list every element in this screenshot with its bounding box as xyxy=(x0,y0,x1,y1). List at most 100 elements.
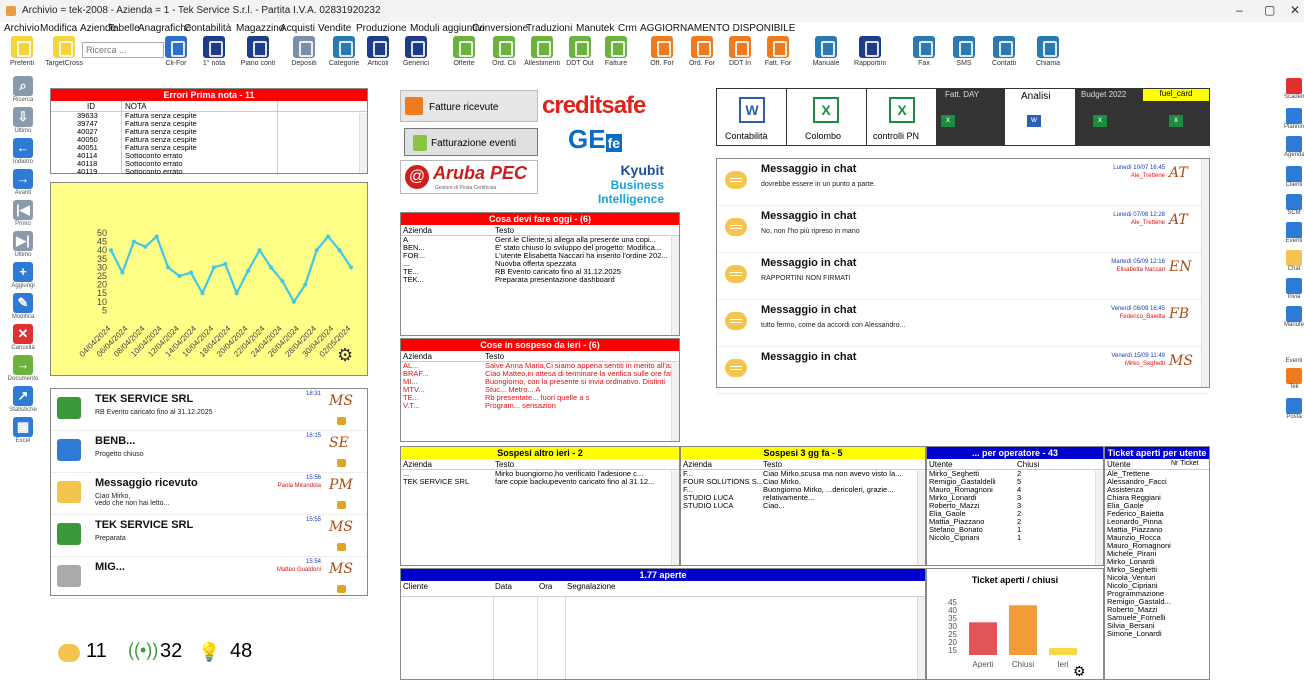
side-button[interactable]: Chat xyxy=(1284,250,1304,272)
table-row[interactable]: Elia_Gaole 2 xyxy=(927,510,1103,518)
feed-item[interactable]: TEK SERVICE SRL Preparata 15:55 MS xyxy=(51,515,367,557)
table-row[interactable]: F... Ciao Mirko,scusa ma non avevo visto … xyxy=(681,470,925,478)
table-row[interactable]: Elia_Gaole xyxy=(1105,502,1209,510)
table-row[interactable]: Mirko_Seghetti xyxy=(1105,566,1209,574)
toolbar-button[interactable]: Fatture xyxy=(596,36,636,67)
side-button[interactable]: SCM xyxy=(1284,194,1304,216)
aruba-pec-logo[interactable]: @ Aruba PEC Gestore di Posta Certificata xyxy=(400,160,538,194)
nav-button[interactable]: ✕ Cancella xyxy=(0,324,46,351)
table-row[interactable]: BRAF... Ciao Matteo,in attesa di terminar… xyxy=(401,370,679,378)
feed-item[interactable]: BENB... Progetto chiuso 16:15 SE xyxy=(51,431,367,473)
menu-item[interactable]: Manutek xyxy=(576,23,614,34)
scrollbar[interactable] xyxy=(671,471,679,565)
toolbar-button[interactable]: TargetCross xyxy=(44,36,84,67)
table-row[interactable]: AL... Salve Anna Maria,Ci siamo appena se… xyxy=(401,362,679,370)
nav-button[interactable]: ▦ Excel xyxy=(0,417,46,444)
toolbar-button[interactable]: Manuale xyxy=(806,36,846,67)
table-row[interactable]: 40119 Sottoconto errato xyxy=(51,168,367,176)
toolbar-button[interactable]: Depositi xyxy=(284,36,324,67)
table-row[interactable]: ... Mirko buongiorno,ho verificato l'ades… xyxy=(401,470,679,478)
scrollbar[interactable] xyxy=(1095,471,1103,565)
table-row[interactable]: ... Nuovba offerta spezzata xyxy=(401,260,679,268)
table-row[interactable]: 40114 Sottoconto errato xyxy=(51,152,367,160)
table-row[interactable]: Alessandro_Facci xyxy=(1105,478,1209,486)
nav-button[interactable]: ↗ Statistiche xyxy=(0,386,46,413)
toolbar-button[interactable]: Fatt. For xyxy=(758,36,798,67)
contabilita-shortcut[interactable]: W Contabilità xyxy=(717,89,787,145)
chat-message[interactable]: Messaggio in chat tutto fermo, come da ac… xyxy=(717,300,1209,347)
nav-button[interactable]: ⇩ Ultimo xyxy=(0,107,46,134)
table-row[interactable]: BEN... E' stato chiuso lo sviluppo del pr… xyxy=(401,244,679,252)
side-button[interactable]: Clienti xyxy=(1284,166,1304,188)
chat-message[interactable]: Messaggio in chat dovrebbe essere in un p… xyxy=(717,159,1209,206)
table-row[interactable]: Mattia_Piazzano xyxy=(1105,526,1209,534)
altroieri-list[interactable]: ... Mirko buongiorno,ho verificato l'ades… xyxy=(401,470,679,486)
toolbar-button[interactable]: SMS xyxy=(944,36,984,67)
menu-item[interactable]: Vendite xyxy=(318,23,351,34)
table-row[interactable]: Mauro_Romagnoni 4 xyxy=(927,486,1103,494)
menu-item[interactable]: Archivio xyxy=(4,23,40,34)
table-row[interactable]: STUDIO LUCA Ciao... xyxy=(681,502,925,510)
colombo-shortcut[interactable]: X Colombo xyxy=(787,89,867,145)
toolbar-button[interactable]: Fax xyxy=(904,36,944,67)
toolbar-button[interactable]: Off. For xyxy=(642,36,682,67)
errori-list[interactable]: 39633 Fattura senza cespite 39747 Fattura s… xyxy=(51,112,367,176)
table-row[interactable]: Roberto_Mazzi xyxy=(1105,606,1209,614)
side-button[interactable]: Manutek xyxy=(1284,306,1304,328)
table-row[interactable]: Silvia_Bersani xyxy=(1105,622,1209,630)
table-row[interactable]: TEK SERVICE SRL fare copie backupevento c… xyxy=(401,478,679,486)
side-button[interactable]: Eventi xyxy=(1284,222,1304,244)
side-button[interactable]: Tek xyxy=(1284,368,1304,390)
table-row[interactable]: Maurizio_Rocca xyxy=(1105,534,1209,542)
table-row[interactable]: TE... RB Evento caricato fino al 31.12.20… xyxy=(401,268,679,276)
toolbar-button[interactable]: DDT In xyxy=(720,36,760,67)
menu-item[interactable]: Traduzioni xyxy=(526,23,572,34)
scrollbar[interactable] xyxy=(917,597,925,679)
scrollbar[interactable] xyxy=(917,471,925,565)
table-row[interactable]: 40118 Sottoconto errato xyxy=(51,160,367,168)
table-row[interactable]: Chiara Reggiani xyxy=(1105,494,1209,502)
toolbar-button[interactable]: Allestimenti xyxy=(522,36,562,67)
kyubit-logo[interactable]: Kyubit Business Intelligence xyxy=(544,162,678,206)
feed-item[interactable]: Messaggio ricevuto Ciao Mirko, vedo che n… xyxy=(51,473,367,515)
fuel-card-shortcut[interactable]: fuel_card x xyxy=(1143,89,1209,145)
close-button[interactable]: ✕ xyxy=(1290,3,1300,17)
gefe-logo[interactable]: GE fe xyxy=(568,124,623,155)
feed-item[interactable]: MIG... 15:54 Matteo Gualdoni MS xyxy=(51,557,367,599)
table-row[interactable]: Nicolo_Cipriani 1 xyxy=(927,534,1103,542)
table-row[interactable]: Remigio_Gastald... xyxy=(1105,598,1209,606)
table-row[interactable]: 40027 Fattura senza cespite xyxy=(51,128,367,136)
menu-item[interactable]: Tabelle xyxy=(108,23,140,34)
table-row[interactable]: Leonardo_Pinna xyxy=(1105,518,1209,526)
table-row[interactable]: Michele_Pirani xyxy=(1105,550,1209,558)
table-row[interactable]: Nicolo_Cipriani xyxy=(1105,582,1209,590)
table-row[interactable]: Mirko_Lonardi xyxy=(1105,558,1209,566)
side-button[interactable]: Eventi xyxy=(1284,342,1304,364)
table-row[interactable]: A Gent.le Cliente,si allega alla presente… xyxy=(401,236,679,244)
table-row[interactable]: Mattia_Piazzano 2 xyxy=(927,518,1103,526)
fatt-day-shortcut[interactable]: Fatt. DAY x xyxy=(937,89,1005,145)
settings-gear-icon[interactable]: ⚙ xyxy=(337,345,353,366)
table-row[interactable]: TE... Rb presentate... fuori quelle a s xyxy=(401,394,679,402)
table-row[interactable]: 40051 Fattura senza cespite xyxy=(51,144,367,152)
feed-item[interactable]: TEK SERVICE SRL RB Evento caricato fino a… xyxy=(51,389,367,431)
toolbar-button[interactable]: Articoli xyxy=(358,36,398,67)
table-row[interactable]: Nicola_Venturi xyxy=(1105,574,1209,582)
creditsafe-logo[interactable]: creditsafe xyxy=(542,92,678,122)
chat-message[interactable]: Messaggio in chat Venerdì 15/09 11:49 Mirk… xyxy=(717,347,1209,394)
table-row[interactable]: Mirko_Lonardi 3 xyxy=(927,494,1103,502)
side-button[interactable]: Invia xyxy=(1284,278,1304,300)
table-row[interactable]: Remigio_Gastaldelli 5 xyxy=(927,478,1103,486)
table-row[interactable]: TEK... Preparata presentazione dashboard xyxy=(401,276,679,284)
oggi-list[interactable]: A Gent.le Cliente,si allega alla presente… xyxy=(401,236,679,284)
minimize-button[interactable]: – xyxy=(1236,3,1243,17)
nav-button[interactable]: ⌕ Ricerca xyxy=(0,76,46,103)
menu-item[interactable]: Magazzino xyxy=(236,23,284,34)
fatturazione-eventi-button[interactable]: Fatturazione eventi xyxy=(404,128,538,156)
side-button[interactable]: Planning xyxy=(1284,108,1304,130)
toolbar-button[interactable]: DDT Out xyxy=(560,36,600,67)
menu-item[interactable]: Acquisti xyxy=(280,23,315,34)
ticket-list[interactable]: Ale_Trettene Alessandro_Facci Assistenza Ch… xyxy=(1105,470,1209,638)
nav-button[interactable]: |◀ Primo xyxy=(0,200,46,227)
budget-shortcut[interactable]: Budget 2022 x xyxy=(1075,89,1143,145)
